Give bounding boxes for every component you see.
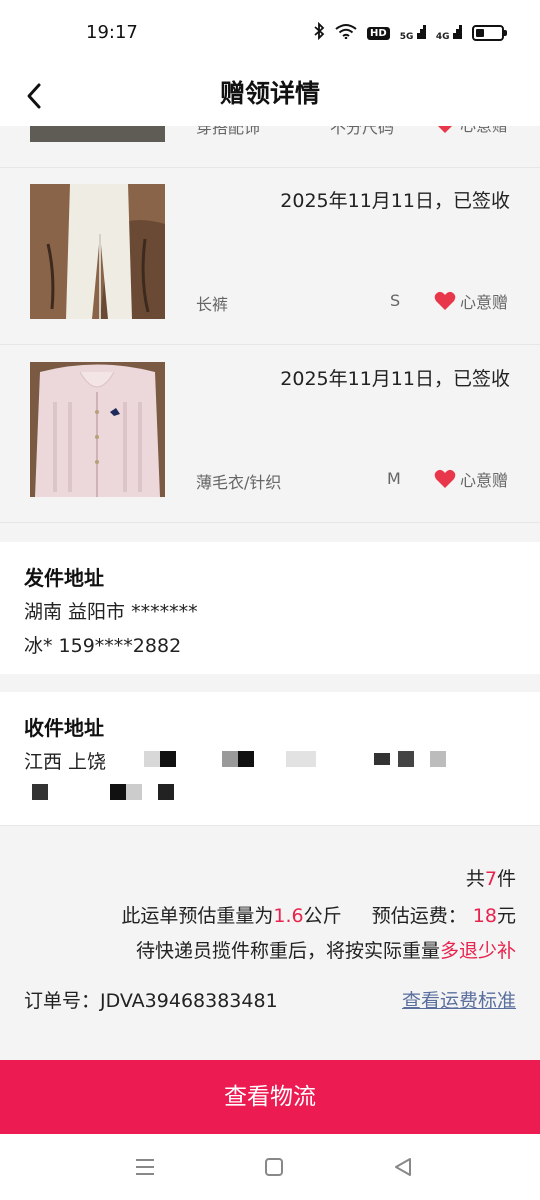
item-tag-label: 心意赠 <box>459 471 508 490</box>
status-bar: 19:17 HD 5G 4G <box>0 0 540 66</box>
status-time: 19:17 <box>86 22 138 43</box>
redaction-mask <box>126 784 142 800</box>
home-button[interactable] <box>260 1154 288 1180</box>
redaction-mask <box>238 751 254 767</box>
system-nav-bar <box>0 1134 540 1200</box>
redaction-mask <box>398 751 414 767</box>
list-item[interactable]: 穿搭配饰 不分尺码 心意赠 <box>0 126 540 168</box>
item-name: 穿搭配饰 <box>196 126 261 137</box>
status-icons: HD 5G 4G <box>313 21 507 44</box>
list-item[interactable]: 2025年11月11日，已签收 长裤 S 心意赠 <box>0 168 540 345</box>
item-size: M <box>387 469 401 488</box>
home-square-icon <box>265 1158 283 1176</box>
view-logistics-button[interactable]: 查看物流 <box>0 1060 540 1134</box>
redaction-mask <box>160 751 176 767</box>
fee-standard-link[interactable]: 查看运费标准 <box>402 986 516 1013</box>
order-number: 订单号：JDVA39468383481 <box>24 990 278 1012</box>
item-thumbnail <box>30 362 165 497</box>
item-list[interactable]: 穿搭配饰 不分尺码 心意赠 2025年11月11日，已签收 长裤 S 心意赠 <box>0 126 540 542</box>
heart-icon <box>437 126 452 133</box>
signal-4g-label: 4G <box>435 31 450 42</box>
menu-button[interactable] <box>131 1154 159 1180</box>
heart-icon <box>434 291 456 310</box>
sender-address-line: 湖南 益阳市 ******* <box>24 601 198 623</box>
signal-4g-icon: 4G <box>435 24 462 42</box>
item-tag-label: 心意赠 <box>459 293 508 312</box>
header: 赠领详情 <box>0 66 540 126</box>
total-suffix: 件 <box>496 868 516 890</box>
redaction-mask <box>286 751 316 767</box>
item-name: 薄毛衣/针织 <box>196 473 282 492</box>
receiver-address-title: 收件地址 <box>24 716 104 740</box>
signal-5g-icon: 5G <box>399 24 426 42</box>
item-tag: 心意赠 <box>434 289 508 313</box>
note-highlight: 多退少补 <box>439 940 516 962</box>
redaction-mask <box>144 751 160 767</box>
system-back-button[interactable] <box>389 1154 417 1180</box>
battery-icon <box>472 25 507 41</box>
item-thumbnail <box>30 126 165 142</box>
item-date: 2025年11月11日，已签收 <box>280 190 510 212</box>
menu-icon <box>136 1159 154 1175</box>
receiver-address-line: 江西 上饶 <box>24 747 494 771</box>
note-prefix: 待快递员揽件称重后，将按实际重量 <box>135 940 440 962</box>
item-tag: 心意赠 <box>434 126 508 136</box>
total-count: 共7件 <box>466 864 516 891</box>
item-size: 不分尺码 <box>330 126 395 137</box>
item-date: 2025年11月11日，已签收 <box>280 368 510 390</box>
fee-value: 18 <box>472 905 497 927</box>
sender-contact-line: 冰* 159****2882 <box>24 635 182 657</box>
receiver-contact-line <box>24 782 494 802</box>
sender-address-section: 发件地址 湖南 益阳市 ******* 冰* 159****2882 <box>0 542 540 674</box>
redaction-mask <box>222 751 238 767</box>
redaction-mask <box>110 784 126 800</box>
fee-prefix: 预估运费： <box>371 905 467 927</box>
redaction-mask <box>158 784 174 800</box>
refund-note: 待快递员揽件称重后，将按实际重量多退少补 <box>136 936 516 963</box>
total-count-value: 7 <box>484 868 497 890</box>
weight-fee-line: 此运单预估重量为1.6公斤 预估运费： 18元 <box>121 901 516 928</box>
item-size: S <box>390 291 401 310</box>
fee-unit: 元 <box>496 905 516 927</box>
weight-prefix: 此运单预估重量为 <box>121 905 274 927</box>
receiver-address-text: 江西 上饶 <box>24 751 107 771</box>
back-triangle-icon <box>395 1158 411 1176</box>
hd-badge: HD <box>367 26 390 40</box>
wifi-icon <box>335 23 357 43</box>
item-tag: 心意赠 <box>434 467 508 491</box>
item-name: 长裤 <box>196 295 229 314</box>
redaction-mask <box>374 753 390 765</box>
receiver-address-section: 收件地址 江西 上饶 <box>0 692 540 826</box>
total-prefix: 共 <box>465 868 485 890</box>
shipping-summary: 共7件 此运单预估重量为1.6公斤 预估运费： 18元 待快递员揽件称重后，将按… <box>0 826 540 1060</box>
weight-unit: 公斤 <box>303 905 342 927</box>
item-thumbnail <box>30 184 165 319</box>
redaction-mask <box>430 751 446 767</box>
item-tag-label: 心意赠 <box>460 126 508 136</box>
redaction-mask <box>32 784 48 800</box>
list-item[interactable]: 2025年11月11日，已签收 薄毛衣/针织 M 心意赠 <box>0 346 540 523</box>
signal-5g-label: 5G <box>399 31 414 42</box>
weight-value: 1.6 <box>273 905 304 927</box>
bluetooth-icon <box>313 21 325 44</box>
sender-address-title: 发件地址 <box>24 566 104 590</box>
heart-icon <box>434 469 456 488</box>
page-title: 赠领详情 <box>219 79 320 108</box>
